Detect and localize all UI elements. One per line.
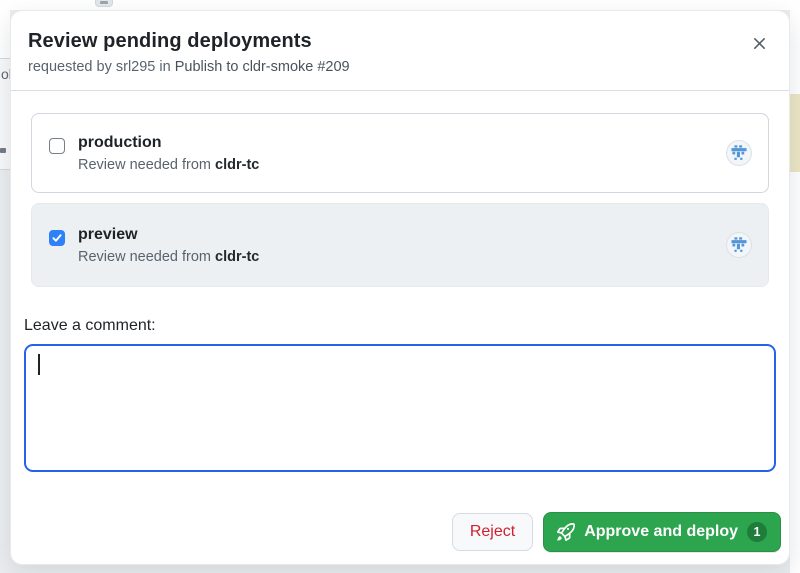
dialog-subtitle: requested by srl295 in Publish to cldr-s… <box>28 59 741 75</box>
production-checkbox[interactable] <box>49 137 65 154</box>
environment-name: production <box>78 133 162 151</box>
dialog-title: Review pending deployments <box>28 30 312 52</box>
dialog-footer: Reject Approve and deploy 1 <box>451 512 781 552</box>
approve-and-deploy-button[interactable]: Approve and deploy 1 <box>543 512 781 552</box>
comment-label: Leave a comment: <box>24 317 156 334</box>
preview-checkbox[interactable] <box>49 229 65 246</box>
comment-textarea[interactable] <box>24 344 776 472</box>
environment-card-left: preview Review needed from cldr-tc <box>48 226 259 265</box>
reject-button[interactable]: Reject <box>451 513 534 551</box>
reviewer-team: cldr-tc <box>215 156 260 173</box>
subtitle-prefix: requested by <box>28 59 112 75</box>
background-right-area <box>790 0 800 573</box>
review-prefix: Review needed from <box>78 248 211 265</box>
approve-button-label: Approve and deploy <box>584 523 738 540</box>
pending-count-badge: 1 <box>747 522 767 542</box>
environment-info: production Review needed from cldr-tc <box>78 134 259 173</box>
background-toolbar-icon <box>100 1 108 4</box>
environment-card-preview[interactable]: preview Review needed from cldr-tc <box>31 203 769 287</box>
team-avatar <box>726 140 752 166</box>
background-toolbar-button <box>95 0 113 7</box>
close-icon <box>752 36 767 51</box>
background-warning-banner-fragment <box>790 94 800 172</box>
environment-card-left: production Review needed from cldr-tc <box>48 134 259 173</box>
environment-card-production[interactable]: production Review needed from cldr-tc <box>31 113 769 193</box>
background-mark-fragment <box>0 148 6 153</box>
dialog-header: Review pending deployments requested by … <box>11 11 789 91</box>
background-page-strip <box>0 0 800 10</box>
workflow-run-link[interactable]: Publish to cldr-smoke #209 <box>175 59 350 75</box>
reviewer-team: cldr-tc <box>215 248 260 265</box>
close-button[interactable] <box>747 31 771 55</box>
requesting-user: srl295 <box>115 59 156 75</box>
rocket-icon <box>557 523 576 541</box>
cldr-logo-icon <box>731 145 747 160</box>
background-left-area <box>0 0 10 58</box>
review-prefix: Review needed from <box>78 156 211 173</box>
review-needed-text: Review needed from cldr-tc <box>78 249 259 265</box>
team-avatar <box>726 232 752 258</box>
checkmark-icon <box>52 233 62 242</box>
comment-box-wrap <box>24 344 776 472</box>
environment-name: preview <box>78 225 138 243</box>
environment-info: preview Review needed from cldr-tc <box>78 226 259 265</box>
review-deployments-dialog: Review pending deployments requested by … <box>10 10 790 565</box>
subtitle-joiner: in <box>159 59 171 75</box>
comment-section: Leave a comment: <box>24 317 776 472</box>
environment-list: production Review needed from cldr-tc pr… <box>31 113 769 287</box>
cldr-logo-icon <box>731 237 747 252</box>
review-needed-text: Review needed from cldr-tc <box>78 157 259 173</box>
text-caret <box>38 354 40 375</box>
